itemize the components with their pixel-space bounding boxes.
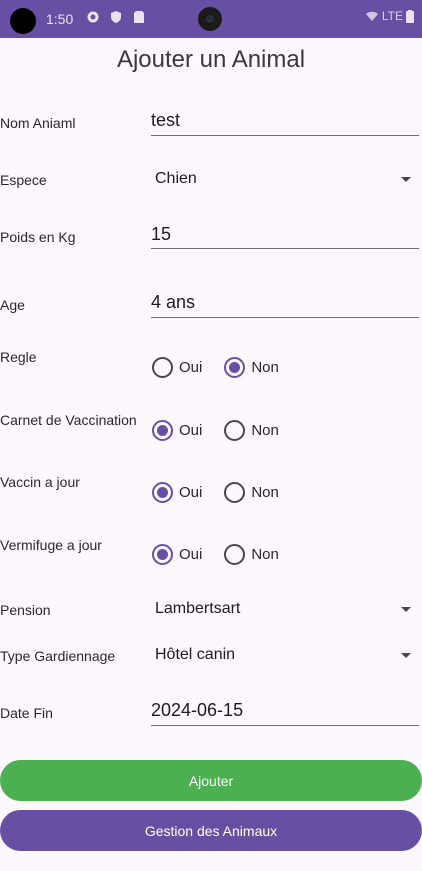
network-type: LTE [381,9,403,23]
date-fin-input[interactable]: 2024-06-15 [151,700,419,726]
regle-label: Regle [0,349,37,365]
radio-checked-icon [152,482,173,503]
regle-option-oui[interactable]: Oui [152,357,202,378]
pension-select[interactable]: Lambertsart [155,599,411,619]
radio-checked-icon [152,544,173,565]
radio-unchecked-icon [224,420,246,441]
vermifuge-option-non[interactable]: Non [224,544,279,565]
vermifuge-option-oui[interactable]: Oui [152,544,202,565]
settings-icon [87,11,99,23]
carnet-label: Carnet de Vaccination [0,412,137,428]
date-fin-label: Date Fin [0,705,53,721]
poids-label: Poids en Kg [0,229,76,245]
status-right: LTE [365,9,414,23]
pension-label: Pension [0,602,51,618]
age-label: Age [0,297,25,313]
carnet-option-non[interactable]: Non [224,420,279,441]
status-bar: 1:50 LTE [0,0,422,38]
chevron-down-icon [401,606,411,612]
espece-select[interactable]: Chien [155,169,411,189]
radio-checked-icon [152,420,173,441]
chevron-down-icon [401,652,411,658]
age-input[interactable]: 4 ans [151,292,419,318]
camera-dot [10,8,36,34]
nom-label: Nom Aniaml [0,115,76,131]
chevron-down-icon [401,176,411,182]
poids-input[interactable]: 15 [151,224,419,249]
carnet-radio-group: Oui Non [152,420,301,441]
regle-radio-group: Oui Non [152,357,301,378]
gardiennage-label: Type Gardiennage [0,648,116,664]
wifi-icon [365,11,378,21]
vermifuge-label: Vermifuge a jour [0,537,102,553]
page-title: Ajouter un Animal [116,46,306,73]
ajouter-button[interactable]: Ajouter [0,760,422,801]
gardiennage-select[interactable]: Hôtel canin [155,645,411,665]
vaccin-option-oui[interactable]: Oui [152,482,202,503]
radio-unchecked-icon [224,544,246,565]
nom-input[interactable]: test [151,110,419,136]
front-camera [198,7,222,31]
vermifuge-radio-group: Oui Non [152,544,301,565]
vaccin-radio-group: Oui Non [152,482,301,503]
radio-checked-icon [224,357,246,378]
vaccin-label: Vaccin a jour [0,474,80,490]
espece-label: Espece [0,172,47,188]
sim-card-icon [134,11,144,23]
radio-unchecked-icon [224,482,246,503]
status-time: 1:50 [46,11,74,27]
carnet-option-oui[interactable]: Oui [152,420,202,441]
vaccin-option-non[interactable]: Non [224,482,279,503]
shield-icon [111,11,121,23]
radio-unchecked-icon [152,357,173,378]
battery-icon [406,9,414,23]
regle-option-non[interactable]: Non [224,357,279,378]
gestion-animaux-button[interactable]: Gestion des Animaux [0,810,422,851]
